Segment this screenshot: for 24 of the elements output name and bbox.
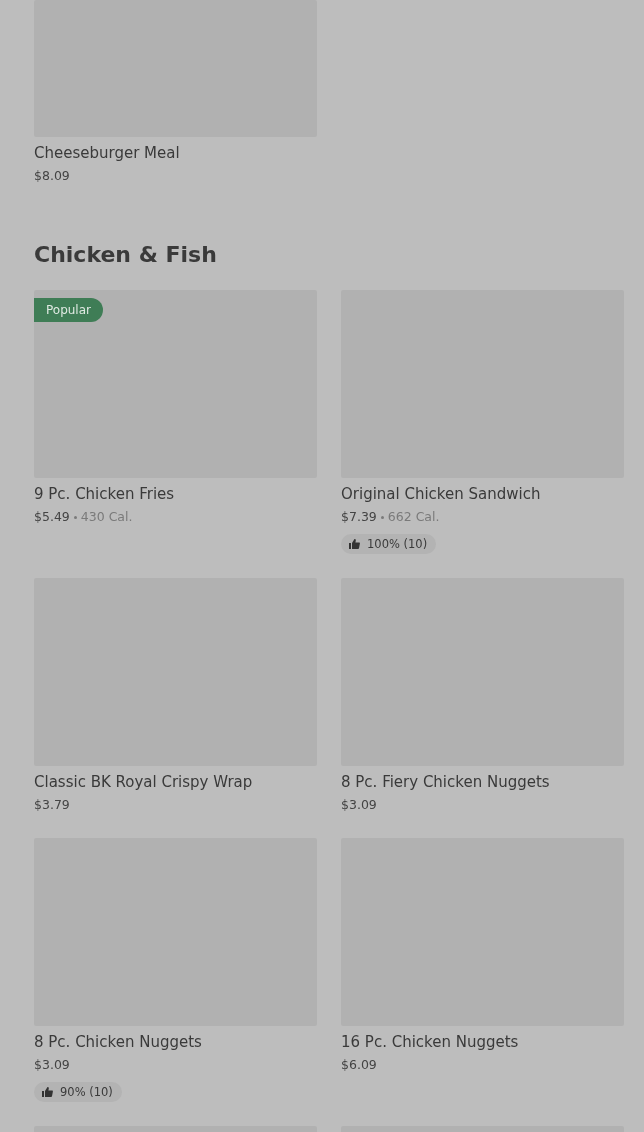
item-name[interactable]: Cheeseburger Meal — [34, 143, 317, 163]
item-name[interactable]: 8 Pc. Chicken Nuggets — [34, 1032, 317, 1052]
item-price: $5.49 — [34, 508, 70, 526]
item-price: $8.09 — [34, 167, 70, 185]
item-calories: 430 Cal. — [80, 508, 133, 526]
thumbs-up-icon — [42, 1087, 53, 1097]
item-price: $6.09 — [341, 1056, 377, 1074]
item-price: $3.09 — [341, 796, 377, 814]
thumbs-up-icon — [349, 539, 360, 549]
item-price: $3.09 — [34, 1056, 70, 1074]
item-name[interactable]: Classic BK Royal Crispy Wrap — [34, 772, 317, 792]
rating-text: 100% (10) — [367, 537, 428, 551]
item-calories: 662 Cal. — [387, 508, 440, 526]
separator-dot — [73, 515, 77, 519]
popular-badge: Popular — [34, 298, 103, 322]
rating-text: 90% (10) — [60, 1085, 113, 1099]
item-name[interactable]: 9 Pc. Chicken Fries — [34, 484, 317, 504]
item-name[interactable]: Original Chicken Sandwich — [341, 484, 624, 504]
item-name[interactable]: 8 Pc. Fiery Chicken Nuggets — [341, 772, 624, 792]
item-price: $7.39 — [341, 508, 377, 526]
item-name[interactable]: 16 Pc. Chicken Nuggets — [341, 1032, 624, 1052]
section-heading: Chicken & Fish — [34, 241, 218, 269]
separator-dot — [380, 515, 384, 519]
item-price: $3.79 — [34, 796, 70, 814]
